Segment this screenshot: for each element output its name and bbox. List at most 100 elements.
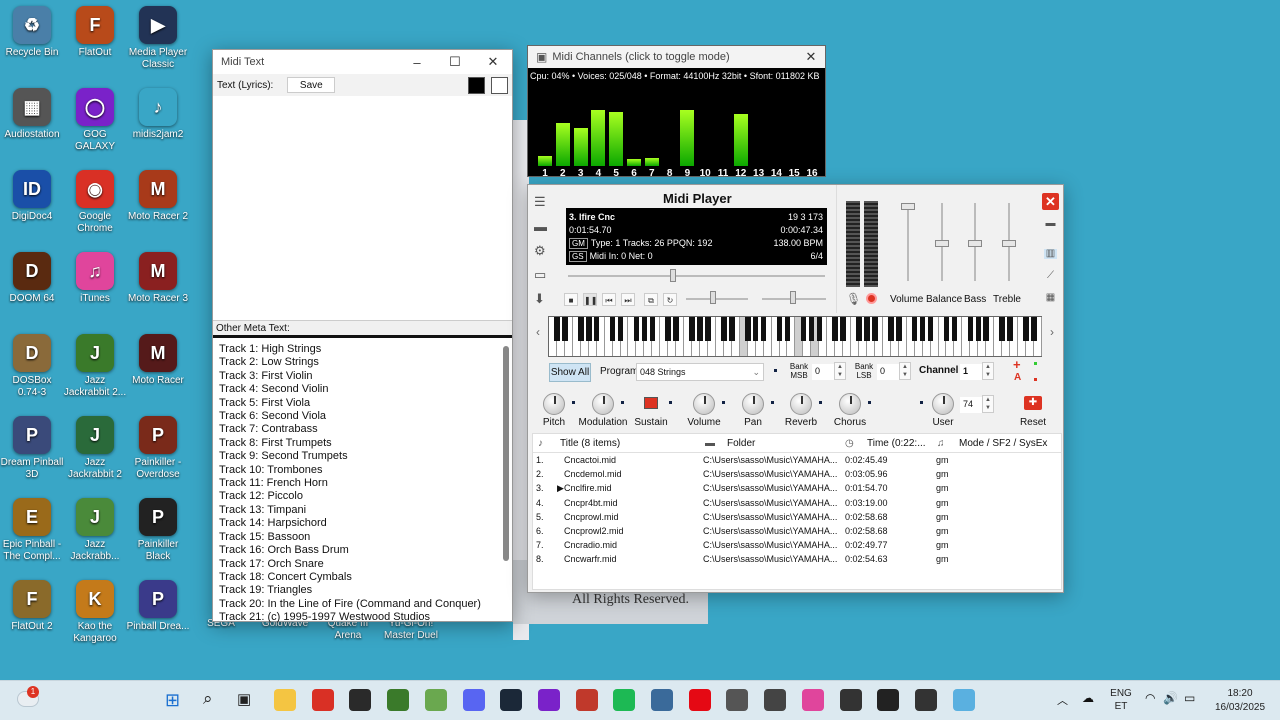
- black-key[interactable]: [896, 317, 902, 341]
- maximize-icon[interactable]: ☐: [436, 50, 474, 74]
- minimize-icon[interactable]: –: [398, 50, 436, 74]
- column-time[interactable]: Time (0:22:...: [867, 438, 926, 449]
- discord-icon[interactable]: [462, 689, 485, 711]
- black-key[interactable]: [609, 317, 616, 341]
- table-row[interactable]: 5. Cncprowl.mid C:\Users\sasso\Music\YAMAH…: [533, 510, 1061, 524]
- chorus-knob[interactable]: [839, 393, 861, 415]
- bank-msb-stepper[interactable]: ▲ ▼: [834, 362, 846, 380]
- reset-label[interactable]: Reset: [1005, 417, 1061, 428]
- balance-thumb[interactable]: [935, 240, 949, 247]
- desktop-icon[interactable]: D DOSBox 0.74-3: [0, 334, 64, 399]
- next-button[interactable]: ⏭: [621, 293, 635, 306]
- black-key[interactable]: [721, 317, 727, 341]
- black-key[interactable]: [919, 317, 926, 341]
- battery-icon[interactable]: ▭: [1184, 691, 1195, 705]
- black-key[interactable]: [888, 317, 894, 341]
- table-row[interactable]: 6. Cncprowl2.mid C:\Users\sasso\Music\YAMA…: [533, 524, 1061, 538]
- black-key[interactable]: [999, 317, 1005, 341]
- piano-view-icon[interactable]: ▥: [1044, 249, 1057, 259]
- black-key[interactable]: [689, 317, 695, 341]
- volume-icon[interactable]: 🔊: [1163, 691, 1178, 705]
- black-key[interactable]: [633, 317, 640, 341]
- gog-icon[interactable]: [537, 689, 560, 711]
- black-key[interactable]: [943, 317, 950, 341]
- itunes-icon[interactable]: [801, 689, 824, 711]
- black-key[interactable]: [697, 317, 703, 341]
- black-key[interactable]: [951, 317, 958, 341]
- start-icon[interactable]: ⊞: [165, 690, 180, 711]
- speed-thumb[interactable]: [710, 291, 716, 304]
- app-icon[interactable]: [651, 689, 673, 711]
- black-key[interactable]: [856, 317, 862, 341]
- user-stepper[interactable]: ▲ ▼: [982, 395, 994, 413]
- jazz-icon[interactable]: [424, 689, 447, 711]
- background-color-swatch[interactable]: [491, 76, 508, 94]
- notepad-icon[interactable]: [877, 689, 900, 711]
- black-key[interactable]: [776, 317, 783, 341]
- modulation-knob[interactable]: [592, 393, 614, 415]
- cloud-icon[interactable]: ☁: [1082, 691, 1094, 705]
- font-a-icon[interactable]: A: [1014, 372, 1021, 383]
- app-icon[interactable]: [952, 689, 975, 711]
- midi-text-titlebar[interactable]: Midi Text – ☐ ✕: [213, 50, 512, 74]
- file-explorer-icon[interactable]: [274, 689, 296, 711]
- black-key[interactable]: [562, 317, 568, 341]
- black-key[interactable]: [864, 317, 870, 341]
- close-icon[interactable]: ✕: [797, 45, 825, 69]
- black-key[interactable]: [1031, 317, 1037, 341]
- black-key[interactable]: [816, 317, 823, 341]
- desktop-icon[interactable]: ▶ Media Player Classic: [126, 6, 190, 71]
- reset-icon[interactable]: ✚: [1024, 396, 1042, 410]
- volume-knob[interactable]: [693, 393, 715, 415]
- desktop-icon[interactable]: J Jazz Jackrabbit 2...: [63, 334, 127, 399]
- desktop-icon[interactable]: M Moto Racer: [126, 334, 190, 387]
- scrollbar[interactable]: [503, 346, 509, 561]
- bass-thumb[interactable]: [968, 240, 982, 247]
- desktop-icon[interactable]: P Painkiller - Overdose: [126, 416, 190, 481]
- black-key[interactable]: [641, 317, 648, 341]
- black-key[interactable]: [760, 317, 767, 341]
- seek-thumb[interactable]: [670, 269, 676, 282]
- black-key[interactable]: [744, 317, 751, 341]
- black-key[interactable]: [705, 317, 711, 341]
- steam-icon[interactable]: [500, 689, 523, 711]
- bank-msb-input[interactable]: 0: [812, 364, 836, 380]
- app-icon[interactable]: [575, 689, 598, 711]
- desktop-icon[interactable]: ▦ Audiostation: [0, 88, 64, 141]
- gear-icon[interactable]: ⚙: [534, 243, 546, 259]
- black-key[interactable]: [554, 317, 560, 341]
- black-key[interactable]: [800, 317, 807, 341]
- meta-text-list[interactable]: Track 1: High Strings Track 2: Low String…: [213, 338, 512, 626]
- midis2jam2-icon[interactable]: [349, 689, 372, 711]
- keyboard-icon[interactable]: ▦: [1044, 293, 1057, 303]
- graph-icon[interactable]: ⟋: [1044, 271, 1057, 281]
- task-view-icon[interactable]: ▣: [237, 690, 251, 708]
- black-key[interactable]: [983, 317, 990, 341]
- seek-slider[interactable]: [568, 275, 825, 277]
- black-key[interactable]: [967, 317, 974, 341]
- desktop-icon[interactable]: J Jazz Jackrabb...: [63, 498, 127, 563]
- desktop-icon[interactable]: P Pinball Drea...: [126, 580, 190, 633]
- desktop-icon[interactable]: J Jazz Jackrabbit 2: [63, 416, 127, 481]
- black-key[interactable]: [617, 317, 624, 341]
- channel-number[interactable]: 11: [716, 168, 730, 179]
- lyrics-area[interactable]: [213, 96, 512, 320]
- channel-number[interactable]: 9: [680, 168, 694, 179]
- desktop-icon[interactable]: F FlatOut: [63, 6, 127, 59]
- stop-button[interactable]: ■: [564, 293, 578, 306]
- black-key[interactable]: [673, 317, 679, 341]
- desktop-icon[interactable]: F FlatOut 2: [0, 580, 64, 633]
- table-row[interactable]: 4. Cncpr4bt.mid C:\Users\sasso\Music\YAMAH…: [533, 496, 1061, 510]
- desktop-icon[interactable]: ◯ GOG GALAXY: [63, 88, 127, 153]
- user-knob[interactable]: [932, 393, 954, 415]
- treble-thumb[interactable]: [1002, 240, 1016, 247]
- desktop-icon[interactable]: ID DigiDoc4: [0, 170, 64, 223]
- channel-number[interactable]: 7: [645, 168, 659, 179]
- channel-number[interactable]: 10: [698, 168, 712, 179]
- table-row[interactable]: 1. Cncactoi.mid C:\Users\sasso\Music\YAMAH…: [533, 453, 1061, 467]
- bank-lsb-input[interactable]: 0: [877, 364, 901, 380]
- close-button[interactable]: ✕: [1042, 193, 1059, 210]
- desktop-icon[interactable]: ♻ Recycle Bin: [0, 6, 64, 59]
- table-row[interactable]: 8. Cncwarfr.mid C:\Users\sasso\Music\YAMAH…: [533, 552, 1061, 566]
- add-icon[interactable]: +: [1013, 357, 1021, 372]
